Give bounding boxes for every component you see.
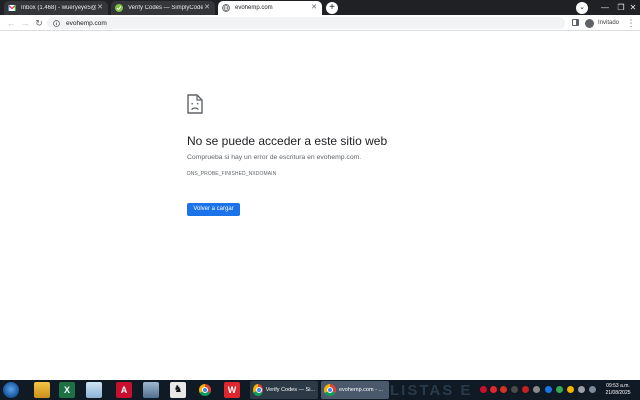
error-heading: No se puede acceder a este sitio web <box>187 134 388 148</box>
tray-pdf-icon[interactable] <box>522 386 529 393</box>
task-label: Verify Codes — Si... <box>265 387 315 393</box>
taskbar-task-verify-codes[interactable]: Verify Codes — Si... <box>250 381 318 399</box>
computer-icon[interactable] <box>143 382 159 398</box>
tray-antivirus-icon[interactable] <box>480 386 487 393</box>
site-info-icon[interactable] <box>53 14 60 32</box>
address-bar[interactable]: evohemp.com <box>47 17 565 29</box>
tab-title: Inbox (1.468) - wueryeye5@gmail <box>21 5 96 11</box>
guest-avatar-icon <box>585 18 594 28</box>
chrome-icon[interactable] <box>197 382 213 398</box>
notepad-icon[interactable] <box>86 382 102 398</box>
reload-page-button[interactable]: Volver a cargar <box>187 203 240 216</box>
chevron-down-icon: ⌄ <box>579 4 585 11</box>
sad-page-icon <box>187 94 203 119</box>
profile-button[interactable]: Invitado <box>585 17 619 29</box>
tab-strip: Inbox (1.468) - wueryeye5@gmail ✕ Verify… <box>0 0 640 15</box>
profile-label: Invitado <box>598 20 620 26</box>
chrome-icon <box>324 384 336 396</box>
tab-close-icon[interactable]: ✕ <box>310 4 318 12</box>
browser-toolbar: ← → ↻ evohemp.com Invitado ⋮ <box>0 15 640 31</box>
tray-bluetooth-icon[interactable] <box>545 386 552 393</box>
side-panel-icon[interactable] <box>572 19 579 26</box>
tray-warning-icon[interactable] <box>567 386 574 393</box>
tray-flag-icon[interactable] <box>589 386 596 393</box>
clock-time: 09:53 a.m. <box>606 383 630 389</box>
background-watermark: LISTAS E <box>390 382 473 399</box>
task-label: evohemp.com - ... <box>339 387 384 393</box>
explorer-icon[interactable] <box>34 382 50 398</box>
reload-button[interactable]: ↻ <box>33 17 45 29</box>
chrome-icon <box>253 384 263 396</box>
tray-wps-icon[interactable] <box>490 386 497 393</box>
tray-volume-icon[interactable] <box>578 386 585 393</box>
taskbar-clock[interactable]: 09:53 a.m. 21/08/2025 <box>598 383 638 397</box>
gmail-icon <box>8 4 16 12</box>
tab-title: evohemp.com <box>235 5 273 11</box>
acrobat-icon[interactable]: A <box>116 382 132 398</box>
error-code: DNS_PROBE_FINISHED_NXDOMAIN <box>187 171 277 177</box>
globe-icon <box>222 4 230 12</box>
tray-alert-icon[interactable] <box>500 386 507 393</box>
clock-date: 21/08/2025 <box>605 390 631 396</box>
start-button[interactable] <box>3 382 19 398</box>
tab-evohemp[interactable]: evohemp.com ✕ <box>218 1 322 15</box>
taskbar-task-evohemp[interactable]: evohemp.com - ... <box>321 381 389 399</box>
simplycodes-icon <box>115 4 123 12</box>
tray-app-icon[interactable] <box>511 386 518 393</box>
tray-shield-icon[interactable] <box>556 386 563 393</box>
new-tab-button[interactable]: + <box>326 2 338 14</box>
wps-icon[interactable]: W <box>224 382 240 398</box>
forward-button[interactable]: → <box>19 17 31 29</box>
tab-title: Verify Codes — SimplyCodes <box>128 5 203 11</box>
game-icon[interactable]: ♞ <box>170 382 186 398</box>
close-window-button[interactable]: ✕ <box>626 1 640 14</box>
excel-icon[interactable]: X <box>59 382 75 398</box>
windows-taskbar: LISTAS E X A ♞ W Verify Codes — Si... ev… <box>0 380 640 400</box>
tab-close-icon[interactable]: ✕ <box>96 4 104 12</box>
tab-gmail-inbox[interactable]: Inbox (1.468) - wueryeye5@gmail ✕ <box>4 1 108 15</box>
error-suggestion: Comprueba si hay un error de escritura e… <box>187 154 362 161</box>
tab-simplycodes[interactable]: Verify Codes — SimplyCodes ✕ <box>111 1 215 15</box>
menu-button[interactable]: ⋮ <box>626 17 636 29</box>
tray-network-icon[interactable] <box>533 386 540 393</box>
tab-search-button[interactable]: ⌄ <box>576 2 588 14</box>
page-content: No se puede acceder a este sitio web Com… <box>0 32 640 380</box>
back-button[interactable]: ← <box>5 17 17 29</box>
url-text: evohemp.com <box>66 19 107 27</box>
tab-close-icon[interactable]: ✕ <box>203 4 211 12</box>
